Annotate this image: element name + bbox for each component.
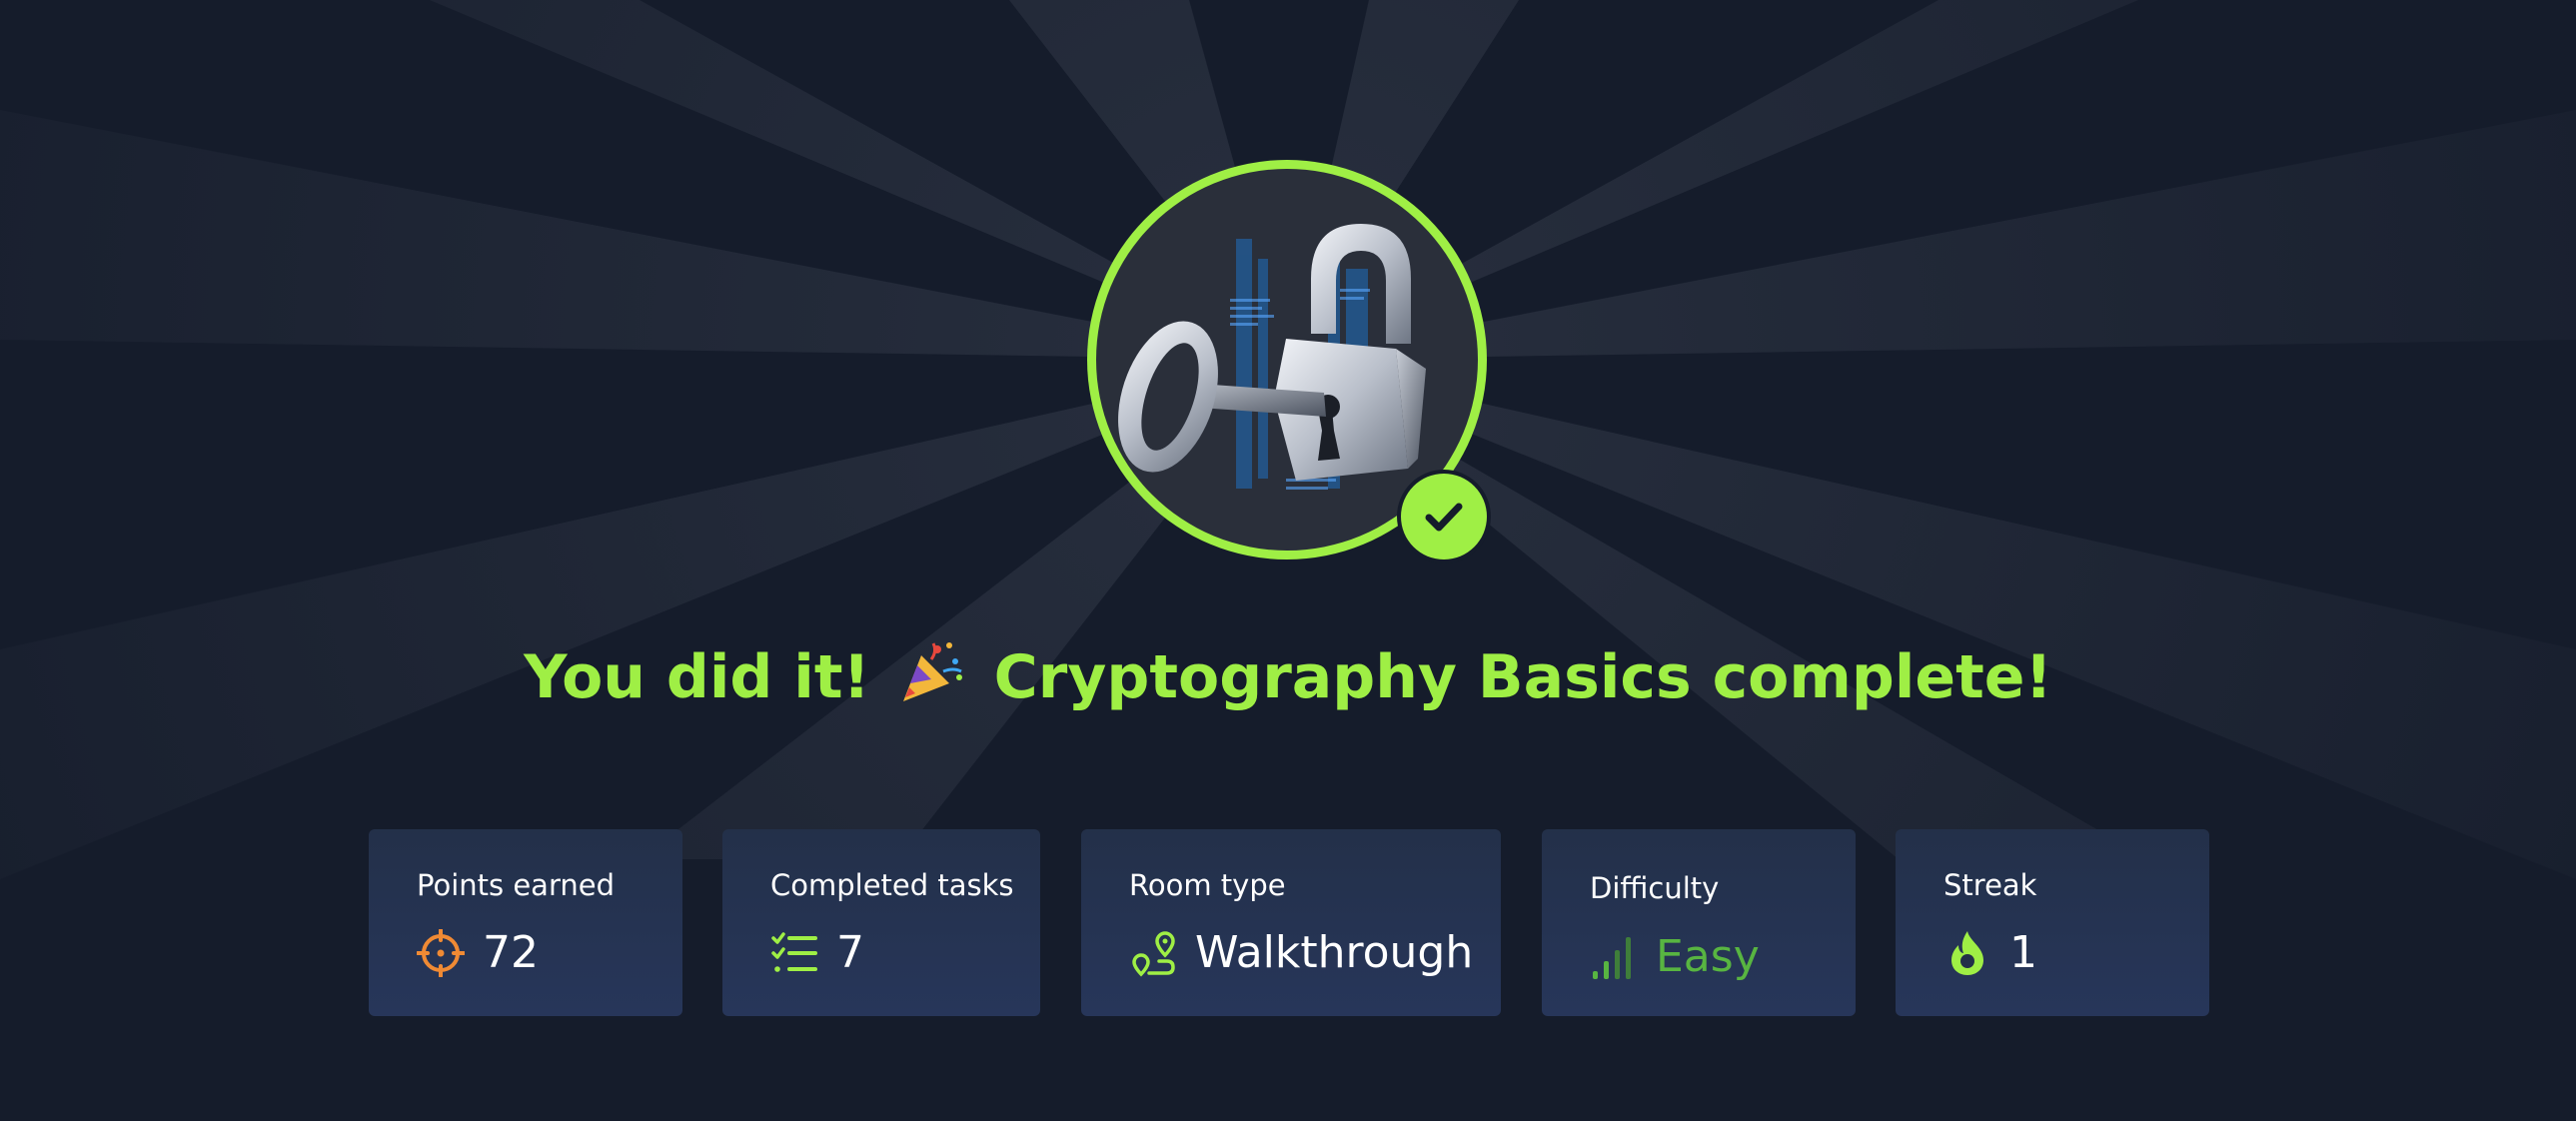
headline-prefix: You did it!: [524, 642, 870, 712]
party-popper-icon: [902, 642, 962, 701]
stat-card-difficulty: Difficulty Easy: [1542, 829, 1856, 1016]
stat-label: Streak: [1943, 868, 2037, 902]
route-path-icon: [1132, 931, 1175, 977]
stat-card-streak: Streak 1: [1896, 829, 2209, 1016]
stat-value: 72: [483, 927, 539, 978]
stat-label: Difficulty: [1590, 871, 1720, 905]
signal-bars-icon: [1593, 937, 1631, 979]
stat-value: 1: [2009, 927, 2037, 978]
flame-icon: [1951, 931, 1983, 975]
checkmark-icon: [1425, 503, 1463, 532]
completion-headline: You did it! Cryptography Basics complete…: [0, 629, 2576, 725]
stat-value: Walkthrough: [1195, 927, 1474, 978]
completed-check-badge: [1401, 474, 1487, 560]
stat-value: 7: [836, 927, 864, 978]
stat-label: Completed tasks: [770, 868, 1014, 902]
stat-label: Room type: [1129, 868, 1286, 902]
stat-card-completed-tasks: Completed tasks 7: [722, 829, 1040, 1016]
checklist-icon: [771, 932, 817, 972]
stat-label: Points earned: [417, 868, 615, 902]
stat-card-points: Points earned 72: [369, 829, 682, 1016]
completion-screen: You did it! Cryptography Basics complete…: [0, 0, 2576, 1121]
target-crosshair-icon: [417, 929, 465, 977]
room-badge: [1087, 160, 1487, 560]
stat-value: Easy: [1656, 931, 1760, 982]
headline-room-complete: Cryptography Basics complete!: [993, 642, 2052, 712]
stat-card-room-type: Room type Walkthrough: [1081, 829, 1501, 1016]
